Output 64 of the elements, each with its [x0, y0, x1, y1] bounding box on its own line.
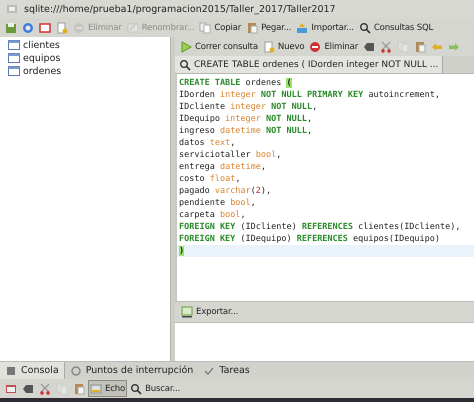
backspace-icon — [363, 40, 376, 52]
cut-icon — [380, 40, 392, 52]
code-line: serviciotaller bool, — [178, 149, 282, 161]
backspace-icon — [22, 382, 34, 394]
tree-item[interactable]: equipos — [8, 52, 62, 64]
code-line: ingreso datetime NOT NULL, — [178, 125, 314, 137]
toolbar-button[interactable]: Echo — [88, 380, 128, 397]
app-icon — [6, 3, 18, 15]
export-icon — [181, 306, 193, 318]
code-line: IDequipo integer NOT NULL, — [178, 113, 314, 125]
tree-item[interactable]: clientes — [8, 39, 62, 51]
code-line: carpeta bool, — [178, 209, 247, 221]
code-line: IDorden integer NOT NULL PRIMARY KEY autoincrement, — [178, 89, 442, 101]
paste-icon — [73, 382, 85, 394]
code-line: FOREIGN KEY (IDequipo) REFERENCES equipos(IDequipo) — [178, 233, 442, 245]
cut-icon — [39, 382, 51, 394]
delete-icon — [309, 40, 322, 52]
toolbar-button[interactable]: Buscar... — [128, 380, 182, 397]
toolbar-button[interactable]: Eliminar — [307, 38, 360, 55]
panel-tab[interactable]: Tareas — [198, 362, 255, 379]
search-icon — [179, 58, 191, 70]
code-line: CREATE TABLE ordenes ( — [178, 77, 293, 89]
paste-icon — [246, 22, 258, 34]
copy-icon — [397, 40, 410, 52]
toolbar-button[interactable]: Correr consulta — [178, 38, 260, 55]
console-icon — [5, 364, 17, 376]
sql-editor[interactable] — [175, 74, 474, 301]
toolbar-button[interactable]: Pegar... — [244, 19, 294, 36]
play-icon — [180, 40, 192, 52]
rename-icon — [126, 22, 139, 34]
table-icon — [8, 52, 20, 64]
panel-tab[interactable]: Consola — [0, 362, 65, 379]
tree-item[interactable]: ordenes — [8, 65, 64, 77]
refresh-icon — [22, 22, 34, 34]
code-line: IDcliente integer NOT NULL, — [178, 101, 318, 113]
new-document-icon — [56, 22, 68, 34]
panel-tab[interactable]: Puntos de interrupción — [64, 362, 198, 379]
redo-icon — [448, 40, 460, 52]
code-line: costo float, — [178, 173, 242, 185]
paste-icon — [414, 40, 426, 52]
undo-icon — [431, 40, 444, 52]
text-icon — [90, 382, 102, 394]
toolbar-button[interactable]: Importar... — [294, 19, 356, 36]
circle-icon — [70, 364, 82, 376]
new-document-icon — [262, 40, 275, 52]
code-line: entrega datetime, — [178, 161, 268, 173]
window-title: sqlite:///home/prueba1/programacion2015/Taller_2017/Taller2017 — [24, 4, 336, 14]
export-button[interactable]: Exportar... — [179, 304, 240, 320]
code-line: datos text, — [178, 137, 236, 149]
code-line: pendiente bool, — [178, 197, 257, 209]
toolbar-button[interactable]: Nuevo — [260, 38, 306, 55]
table-icon — [8, 65, 20, 77]
toolbar-button[interactable]: Consultas SQL — [356, 19, 436, 36]
query-tab[interactable]: CREATE TABLE ordenes ( IDorden integer NOT NULL ... — [175, 56, 444, 73]
search-icon — [358, 22, 371, 34]
code-line: pagado varchar(2), — [178, 185, 272, 197]
copy-icon — [56, 382, 68, 394]
toolbar-button[interactable]: Copiar — [197, 19, 244, 36]
delete-icon — [73, 22, 85, 34]
import-icon — [296, 22, 308, 34]
search-icon — [130, 382, 142, 394]
code-line: FOREIGN KEY (IDcliente) REFERENCES clientes(IDcliente), — [178, 221, 462, 233]
window-icon — [39, 22, 51, 34]
copy-icon — [199, 22, 212, 34]
